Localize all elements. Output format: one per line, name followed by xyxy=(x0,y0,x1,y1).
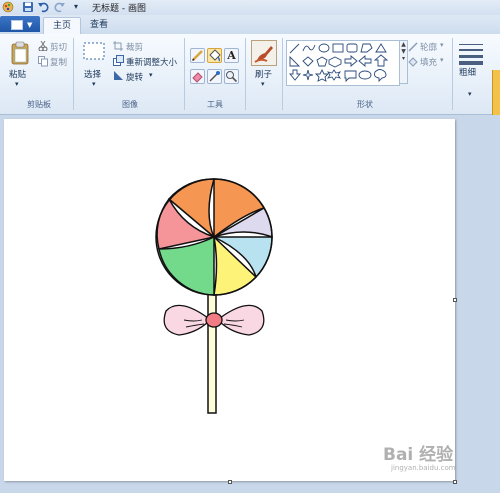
tab-view[interactable]: 查看 xyxy=(83,17,115,34)
eraser-icon xyxy=(192,72,203,83)
rotate-icon[interactable] xyxy=(113,70,124,84)
copy-icon[interactable] xyxy=(38,56,48,70)
pencil-tool[interactable] xyxy=(190,48,205,63)
lollipop-candy xyxy=(155,178,273,296)
clipboard-group-label: 剪贴板 xyxy=(27,100,51,109)
paste-icon[interactable] xyxy=(10,40,30,69)
outline-dropdown-icon[interactable]: ▾ xyxy=(440,41,444,49)
size-lines-icon xyxy=(459,44,483,65)
watermark-text: Bai 经验 xyxy=(383,445,454,465)
magnifier-icon xyxy=(226,71,238,83)
color-picker-icon xyxy=(209,71,220,82)
shapes-scrollbar[interactable]: ▲ ▼ ▾ xyxy=(399,40,408,84)
tab-home[interactable]: 主页 xyxy=(43,17,81,35)
outline-button[interactable]: 轮廓 xyxy=(420,41,437,53)
rotate-button[interactable]: 旋转 xyxy=(126,71,143,83)
file-menu-button[interactable]: ▼ xyxy=(0,16,40,32)
select-rectangle-icon[interactable] xyxy=(83,42,105,65)
tab-row: ▼ 主页 查看 xyxy=(0,15,500,35)
tools-group-label: 工具 xyxy=(207,100,223,109)
app-icon[interactable] xyxy=(2,1,14,13)
size-button[interactable]: 粗细 ▾ xyxy=(454,38,488,98)
divider xyxy=(245,38,246,110)
text-tool[interactable]: A xyxy=(224,48,239,63)
canvas-resize-handle-bottom[interactable] xyxy=(228,480,232,484)
size-label: 粗细 xyxy=(459,68,477,78)
brush-button[interactable]: 刷子 xyxy=(255,68,272,80)
baidu-watermark: Bai 经验 jingyan.baidu.com xyxy=(383,438,495,478)
fill-shape-button[interactable]: 填充 xyxy=(420,56,437,68)
select-button[interactable]: 选择 xyxy=(84,68,101,80)
resize-button[interactable]: 重新调整大小 xyxy=(126,56,177,68)
shapes-group-label: 形状 xyxy=(357,100,373,109)
divider xyxy=(73,38,74,110)
customize-dropdown-icon[interactable]: ▾ xyxy=(70,1,82,13)
save-icon[interactable] xyxy=(22,1,34,13)
shapes-gallery[interactable] xyxy=(286,40,400,86)
resize-icon[interactable] xyxy=(113,55,124,69)
outline-icon[interactable] xyxy=(408,42,418,55)
text-icon: A xyxy=(227,49,236,62)
file-menu-icon xyxy=(11,20,23,30)
magnifier-tool[interactable] xyxy=(224,69,239,84)
canvas-resize-handle-corner[interactable] xyxy=(453,480,457,484)
window-title: 无标题 - 画图 xyxy=(92,4,146,14)
image-group-label: 图像 xyxy=(122,100,138,109)
fill-shape-icon[interactable] xyxy=(408,57,418,70)
canvas-resize-handle-right[interactable] xyxy=(453,298,457,302)
paste-button[interactable]: 粘贴 xyxy=(9,68,26,80)
fill-icon xyxy=(209,49,221,62)
size-dropdown-icon: ▾ xyxy=(468,90,472,98)
watermark-subtext: jingyan.baidu.com xyxy=(391,464,456,472)
crop-button[interactable]: 裁剪 xyxy=(126,41,143,53)
redo-icon[interactable] xyxy=(54,1,66,13)
fill-dropdown-icon[interactable]: ▾ xyxy=(440,56,444,64)
select-dropdown-icon[interactable]: ▾ xyxy=(92,80,96,88)
divider xyxy=(282,38,283,110)
copy-button[interactable]: 复制 xyxy=(50,56,67,68)
pencil-icon xyxy=(191,50,203,62)
title-bar: ▾ 无标题 - 画图 xyxy=(0,0,500,16)
lollipop-drawing xyxy=(155,178,273,414)
shapes-icons xyxy=(289,43,389,83)
undo-icon[interactable] xyxy=(37,1,49,13)
eraser-tool[interactable] xyxy=(190,69,205,84)
fill-tool[interactable] xyxy=(207,48,222,63)
brush-icon[interactable] xyxy=(251,40,277,69)
cut-button[interactable]: 剪切 xyxy=(50,41,67,53)
rotate-dropdown-icon[interactable]: ▾ xyxy=(149,71,153,79)
paste-dropdown-icon[interactable]: ▾ xyxy=(15,80,19,88)
divider xyxy=(184,38,185,110)
cut-icon[interactable] xyxy=(38,40,48,54)
crop-icon[interactable] xyxy=(113,41,123,54)
brush-dropdown-icon[interactable]: ▾ xyxy=(261,80,265,88)
lollipop-stick xyxy=(207,288,217,414)
drawing-canvas[interactable] xyxy=(4,119,455,481)
divider xyxy=(452,38,453,110)
color-picker-tool[interactable] xyxy=(207,69,222,84)
chevron-down-icon: ▼ xyxy=(27,21,33,29)
ribbon: 粘贴 ▾ 剪切 复制 剪贴板 选择 ▾ 裁剪 重新调整大小 旋转 ▾ 图像 A xyxy=(0,34,500,128)
